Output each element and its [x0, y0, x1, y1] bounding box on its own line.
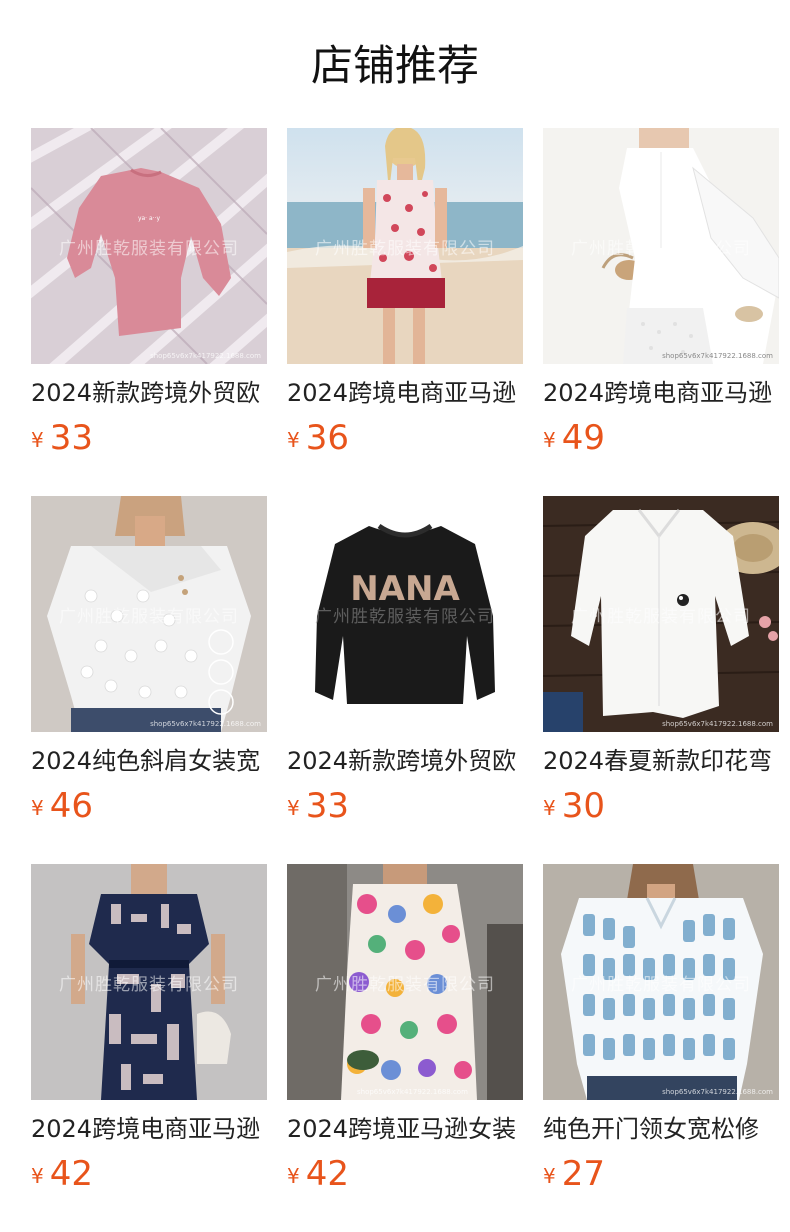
shop-mark: shop65v6x7k417922.1688.com — [662, 720, 773, 728]
shop-mark: shop65v6x7k417922.1688.com — [150, 720, 261, 728]
product-name[interactable]: 2024春夏新款印花弯 — [543, 746, 779, 776]
product-grid: ya· a··y 广州胜乾服装有限公司 shop65v6x7k417922.16… — [31, 128, 779, 1232]
product-image[interactable]: 广州胜乾服装有限公司 shop65v6x7k417922.1688.com — [287, 864, 523, 1100]
currency-symbol: ¥ — [287, 796, 300, 820]
product-image[interactable]: ya· a··y 广州胜乾服装有限公司 shop65v6x7k417922.16… — [31, 128, 267, 364]
currency-symbol: ¥ — [543, 796, 556, 820]
currency-symbol: ¥ — [543, 1164, 556, 1188]
product-price: ¥42 — [31, 1154, 267, 1194]
product-image[interactable]: 广州胜乾服装有限公司 shop65v6x7k417922.1688.com — [543, 496, 779, 732]
white-lace-top-image — [31, 496, 267, 732]
floral-beach-dress-image — [287, 128, 523, 364]
svg-text:ya· a··y: ya· a··y — [138, 215, 161, 222]
currency-symbol: ¥ — [31, 796, 44, 820]
currency-symbol: ¥ — [287, 1164, 300, 1188]
pink-sweatshirt-image: ya· a··y — [31, 128, 267, 364]
product-price: ¥33 — [31, 418, 267, 458]
product-name[interactable]: 2024跨境亚马逊女装 — [287, 1114, 523, 1144]
product-card[interactable]: 广州胜乾服装有限公司 2024跨境电商亚马逊 ¥42 — [31, 864, 267, 1232]
product-card[interactable]: 广州胜乾服装有限公司 shop65v6x7k417922.1688.com 20… — [543, 496, 779, 864]
shop-mark: shop65v6x7k417922.1688.com — [357, 1088, 468, 1096]
product-card[interactable]: NANA 广州胜乾服装有限公司 2024新款跨境外贸欧 ¥33 — [287, 496, 523, 864]
white-linen-shirt-image — [543, 496, 779, 732]
product-price: ¥30 — [543, 786, 779, 826]
price-value: 36 — [305, 418, 349, 458]
product-card[interactable]: 广州胜乾服装有限公司 shop65v6x7k417922.1688.com 20… — [543, 128, 779, 496]
price-value: 42 — [49, 1154, 93, 1194]
blue-brushstroke-top-image — [543, 864, 779, 1100]
product-name[interactable]: 2024新款跨境外贸欧 — [31, 378, 267, 408]
product-image[interactable]: 广州胜乾服装有限公司 shop65v6x7k417922.1688.com — [31, 496, 267, 732]
product-name[interactable]: 2024纯色斜肩女装宽 — [31, 746, 267, 776]
product-card[interactable]: 广州胜乾服装有限公司 2024跨境电商亚马逊 ¥36 — [287, 128, 523, 496]
price-value: 49 — [561, 418, 605, 458]
price-value: 33 — [49, 418, 93, 458]
shop-mark: shop65v6x7k417922.1688.com — [662, 1088, 773, 1096]
sweatshirt-print-text: NANA — [350, 569, 460, 609]
product-card[interactable]: 广州胜乾服装有限公司 shop65v6x7k417922.1688.com 纯色… — [543, 864, 779, 1232]
product-name[interactable]: 2024跨境电商亚马逊 — [543, 378, 779, 408]
price-value: 42 — [305, 1154, 349, 1194]
price-value: 27 — [561, 1154, 605, 1194]
price-value: 33 — [305, 786, 349, 826]
section-title: 店铺推荐 — [310, 41, 479, 90]
product-card[interactable]: ya· a··y 广州胜乾服装有限公司 shop65v6x7k417922.16… — [31, 128, 267, 496]
price-value: 30 — [561, 786, 605, 826]
white-layered-dress-image — [543, 128, 779, 364]
colorful-floral-dress-image — [287, 864, 523, 1100]
product-name[interactable]: 2024新款跨境外贸欧 — [287, 746, 523, 776]
currency-symbol: ¥ — [31, 428, 44, 452]
currency-symbol: ¥ — [287, 428, 300, 452]
product-card[interactable]: 广州胜乾服装有限公司 shop65v6x7k417922.1688.com 20… — [31, 496, 267, 864]
shop-mark: shop65v6x7k417922.1688.com — [150, 352, 261, 360]
product-image[interactable]: 广州胜乾服装有限公司 — [287, 128, 523, 364]
product-price: ¥27 — [543, 1154, 779, 1194]
product-name[interactable]: 2024跨境电商亚马逊 — [287, 378, 523, 408]
black-nana-sweatshirt-image: NANA — [287, 496, 523, 732]
product-name[interactable]: 纯色开门领女宽松修 — [543, 1114, 779, 1144]
product-price: ¥42 — [287, 1154, 523, 1194]
product-price: ¥49 — [543, 418, 779, 458]
product-card[interactable]: 广州胜乾服装有限公司 shop65v6x7k417922.1688.com 20… — [287, 864, 523, 1232]
product-image[interactable]: 广州胜乾服装有限公司 — [31, 864, 267, 1100]
shop-mark: shop65v6x7k417922.1688.com — [662, 352, 773, 360]
product-price: ¥46 — [31, 786, 267, 826]
navy-geometric-dress-image — [31, 864, 267, 1100]
product-price: ¥33 — [287, 786, 523, 826]
product-image[interactable]: NANA 广州胜乾服装有限公司 — [287, 496, 523, 732]
price-value: 46 — [49, 786, 93, 826]
product-image[interactable]: 广州胜乾服装有限公司 shop65v6x7k417922.1688.com — [543, 864, 779, 1100]
product-name[interactable]: 2024跨境电商亚马逊 — [31, 1114, 267, 1144]
currency-symbol: ¥ — [543, 428, 556, 452]
currency-symbol: ¥ — [31, 1164, 44, 1188]
product-price: ¥36 — [287, 418, 523, 458]
store-recommendations-page: 店铺推荐 ya· a··y 广州胜乾服装有限公司 shop65v6x7k4179… — [0, 0, 790, 1232]
product-image[interactable]: 广州胜乾服装有限公司 shop65v6x7k417922.1688.com — [543, 128, 779, 364]
